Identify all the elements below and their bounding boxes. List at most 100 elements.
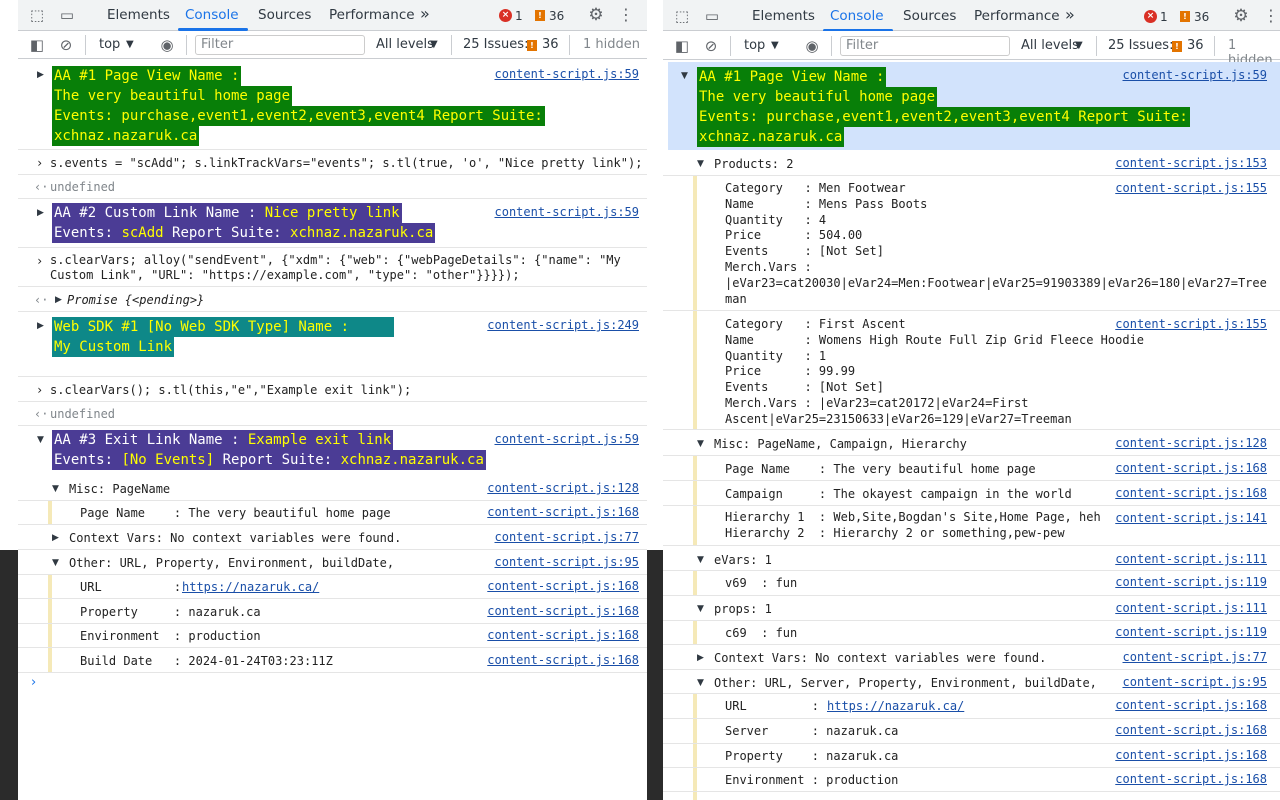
source-link[interactable]: content-script.js:168 <box>487 505 639 519</box>
row-text: v69 : fun <box>725 576 798 590</box>
source-link[interactable]: content-script.js:77 <box>495 530 640 544</box>
warning-icon: ! <box>535 10 545 21</box>
warning-count[interactable]: 36 <box>549 9 564 23</box>
tab-sources[interactable]: Sources <box>903 8 956 24</box>
collapse-triangle-icon[interactable]: ▼ <box>697 677 704 689</box>
filter-input[interactable]: Filter <box>840 36 1010 56</box>
source-link[interactable]: content-script.js:59 <box>1123 68 1268 82</box>
source-link[interactable]: content-script.js:77 <box>1123 650 1268 664</box>
error-count[interactable]: 1 <box>515 9 523 23</box>
source-link[interactable]: content-script.js:111 <box>1115 601 1267 615</box>
source-link[interactable]: content-script.js:168 <box>1115 723 1267 737</box>
log-levels-select[interactable]: All levels <box>376 37 434 52</box>
source-link[interactable]: content-script.js:128 <box>487 481 639 495</box>
source-link[interactable]: content-script.js:168 <box>1115 461 1267 475</box>
aa1-line2: The very beautiful home page <box>697 87 938 107</box>
collapse-triangle-icon[interactable]: ▼ <box>52 557 59 569</box>
source-link[interactable]: content-script.js:168 <box>1115 748 1267 762</box>
source-link[interactable]: content-script.js:168 <box>487 628 639 642</box>
promise-text: Promise {<pending>} <box>67 293 205 307</box>
expand-triangle-icon[interactable]: ▶ <box>37 320 44 332</box>
collapse-triangle-icon[interactable]: ▼ <box>697 158 704 170</box>
context-select[interactable]: top <box>744 38 765 53</box>
result-chevron-icon: ‹· <box>34 293 49 307</box>
row-text: Hierarchy 1 : Web,Site,Bogdan's Site,Hom… <box>725 510 1101 540</box>
sidebar-toggle-icon[interactable]: ◧ <box>673 37 691 55</box>
source-link[interactable]: content-script.js:141 <box>1115 511 1267 525</box>
clear-console-icon[interactable]: ⊘ <box>702 37 720 55</box>
source-link[interactable]: content-script.js:168 <box>487 653 639 667</box>
url-link[interactable]: https://nazaruk.ca/ <box>827 698 964 714</box>
group-title: Misc: PageName, Campaign, Hierarchy <box>714 437 967 451</box>
error-count[interactable]: 1 <box>1160 10 1168 24</box>
source-link[interactable]: content-script.js:59 <box>495 205 640 219</box>
collapse-triangle-icon[interactable]: ▼ <box>697 554 704 566</box>
tab-sources[interactable]: Sources <box>258 7 311 23</box>
issues-label[interactable]: 25 Issues: <box>463 37 528 52</box>
source-link[interactable]: content-script.js:111 <box>1115 552 1267 566</box>
settings-gear-icon[interactable]: ⚙ <box>587 6 605 24</box>
collapse-triangle-icon[interactable]: ▼ <box>37 434 44 446</box>
tab-console[interactable]: Console <box>185 7 239 23</box>
eye-icon[interactable]: ◉ <box>803 37 821 55</box>
expand-triangle-icon[interactable]: ▶ <box>37 69 44 81</box>
tab-console[interactable]: Console <box>830 8 884 24</box>
collapse-triangle-icon[interactable]: ▼ <box>697 603 704 615</box>
filter-input[interactable]: Filter <box>195 35 365 55</box>
warning-count[interactable]: 36 <box>1194 10 1209 24</box>
row-text: Environment : production <box>80 629 261 643</box>
console-prompt[interactable]: › <box>31 675 36 690</box>
inspect-element-icon[interactable]: ⬚ <box>28 6 46 24</box>
expand-triangle-icon[interactable]: ▶ <box>697 652 704 664</box>
source-link[interactable]: content-script.js:128 <box>1115 436 1267 450</box>
expand-triangle-icon[interactable]: ▶ <box>55 294 62 306</box>
context-select[interactable]: top <box>99 37 120 52</box>
device-toggle-icon[interactable]: ▭ <box>58 6 76 24</box>
source-link[interactable]: content-script.js:168 <box>1115 486 1267 500</box>
more-tabs-icon[interactable]: » <box>1065 5 1075 24</box>
source-link[interactable]: content-script.js:59 <box>495 432 640 446</box>
source-link[interactable]: content-script.js:155 <box>1115 317 1267 331</box>
source-link[interactable]: content-script.js:168 <box>487 579 639 593</box>
more-tabs-icon[interactable]: » <box>420 4 430 23</box>
issues-label[interactable]: 25 Issues: <box>1108 38 1173 53</box>
issues-count[interactable]: 36 <box>1187 38 1204 53</box>
tab-elements[interactable]: Elements <box>107 7 170 23</box>
inspect-element-icon[interactable]: ⬚ <box>673 7 691 25</box>
source-link[interactable]: content-script.js:168 <box>487 604 639 618</box>
tab-elements[interactable]: Elements <box>752 8 815 24</box>
url-link[interactable]: https://nazaruk.ca/ <box>182 579 319 595</box>
source-link[interactable]: content-script.js:59 <box>495 67 640 81</box>
kebab-menu-icon[interactable]: ⋮ <box>1262 7 1280 25</box>
tab-performance[interactable]: Performance <box>974 8 1060 24</box>
clear-console-icon[interactable]: ⊘ <box>57 36 75 54</box>
source-link[interactable]: content-script.js:95 <box>1123 675 1268 689</box>
collapse-triangle-icon[interactable]: ▼ <box>52 483 59 495</box>
source-link[interactable]: content-script.js:153 <box>1115 156 1267 170</box>
source-link[interactable]: content-script.js:168 <box>1115 772 1267 786</box>
group-row: Environment : production content-script.… <box>18 624 647 648</box>
expand-triangle-icon[interactable]: ▶ <box>52 532 59 544</box>
issues-count[interactable]: 36 <box>542 37 559 52</box>
eye-icon[interactable]: ◉ <box>158 36 176 54</box>
result-chevron-icon: ‹· <box>34 407 49 421</box>
row-label: URL : <box>725 699 827 713</box>
collapse-triangle-icon[interactable]: ▼ <box>681 70 688 82</box>
group-row: c69 : fun content-script.js:119 <box>663 621 1280 645</box>
log-levels-select[interactable]: All levels <box>1021 38 1079 53</box>
device-toggle-icon[interactable]: ▭ <box>703 7 721 25</box>
source-link[interactable]: content-script.js:249 <box>487 318 639 332</box>
source-link[interactable]: content-script.js:119 <box>1115 575 1267 589</box>
source-link[interactable]: content-script.js:155 <box>1115 181 1267 195</box>
console-toolbar: ◧ ⊘ top ▼ ◉ Filter All levels ▼ 25 Issue… <box>18 31 647 59</box>
source-link[interactable]: content-script.js:168 <box>1115 698 1267 712</box>
console-result: ‹· undefined <box>18 176 647 199</box>
source-link[interactable]: content-script.js:119 <box>1115 625 1267 639</box>
collapse-triangle-icon[interactable]: ▼ <box>697 438 704 450</box>
expand-triangle-icon[interactable]: ▶ <box>37 207 44 219</box>
sidebar-toggle-icon[interactable]: ◧ <box>28 36 46 54</box>
source-link[interactable]: content-script.js:95 <box>495 555 640 569</box>
kebab-menu-icon[interactable]: ⋮ <box>617 6 635 24</box>
settings-gear-icon[interactable]: ⚙ <box>1232 7 1250 25</box>
tab-performance[interactable]: Performance <box>329 7 415 23</box>
